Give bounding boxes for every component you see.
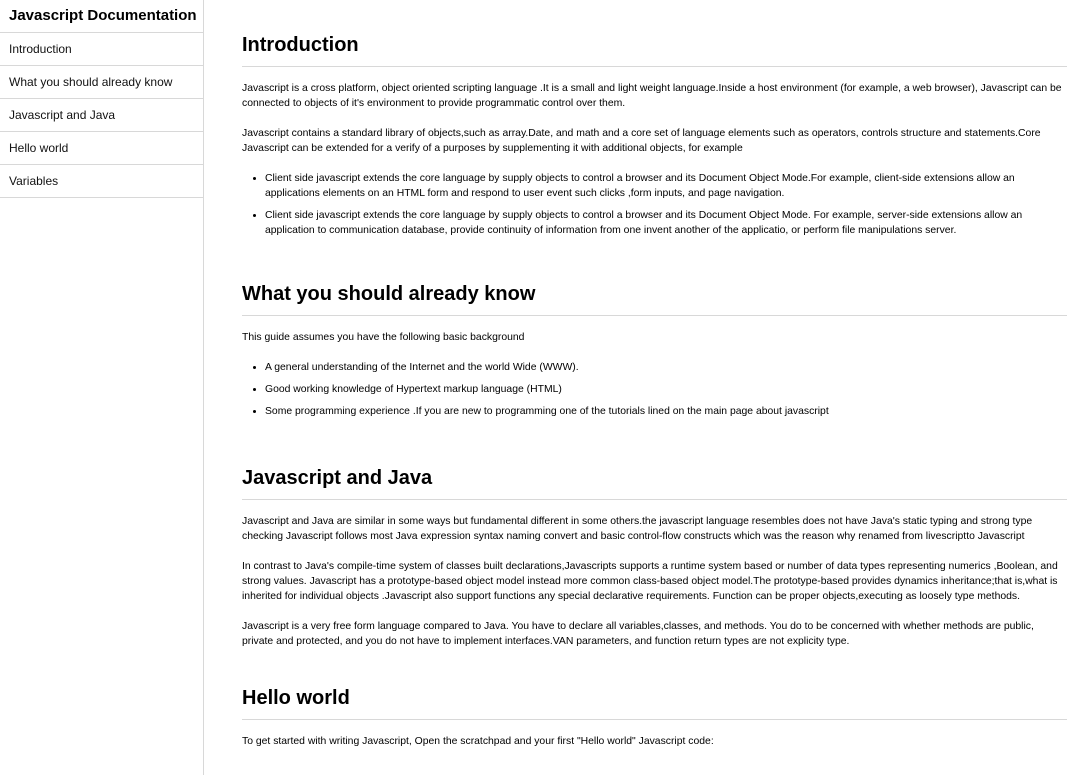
nav-link-javascript-and-java[interactable]: Javascript and Java (0, 99, 203, 132)
list-item: Some programming experience .If you are … (265, 404, 1067, 419)
bullet-list: Client side javascript extends the core … (242, 171, 1067, 238)
paragraph: Javascript contains a standard library o… (242, 128, 1041, 154)
paragraph: Javascript is a cross platform, object o… (242, 83, 1062, 109)
section-heading: What you should already know (242, 283, 1067, 316)
section-heading: Introduction (242, 34, 1067, 67)
list-item: A general understanding of the Internet … (265, 360, 1067, 375)
section-javascript-and-java: Javascript and Java Javascript and Java … (242, 467, 1067, 664)
paragraph: To get started with writing Javascript, … (242, 736, 714, 747)
nav-link-hello-world[interactable]: Hello world (0, 132, 203, 165)
bullet-list: A general understanding of the Internet … (242, 360, 1067, 419)
list-item: Client side javascript extends the core … (265, 208, 1067, 238)
paragraph: Javascript and Java are similar in some … (242, 516, 1033, 542)
nav-link-what-you-should-already-know[interactable]: What you should already know (0, 66, 203, 99)
main-document: Introduction Javascript is a cross platf… (242, 0, 1067, 775)
paragraph: Javascript is a very free form language … (242, 621, 1034, 647)
section-introduction: Introduction Javascript is a cross platf… (242, 34, 1067, 253)
paragraph: This guide assumes you have the followin… (242, 332, 525, 343)
sidebar-nav: Javascript Documentation Introduction Wh… (0, 0, 204, 775)
paragraph: In contrast to Java's compile-time syste… (242, 561, 1058, 602)
nav-link-variables[interactable]: Variables (0, 165, 203, 198)
section-hello-world: Hello world To get started with writing … (242, 687, 1067, 764)
section-heading: Hello world (242, 687, 1067, 720)
list-item: Good working knowledge of Hypertext mark… (265, 382, 1067, 397)
nav-title: Javascript Documentation (0, 0, 203, 33)
nav-link-introduction[interactable]: Introduction (0, 33, 203, 66)
section-heading: Javascript and Java (242, 467, 1067, 500)
section-what-you-should-already-know: What you should already know This guide … (242, 283, 1067, 434)
list-item: Client side javascript extends the core … (265, 171, 1067, 201)
